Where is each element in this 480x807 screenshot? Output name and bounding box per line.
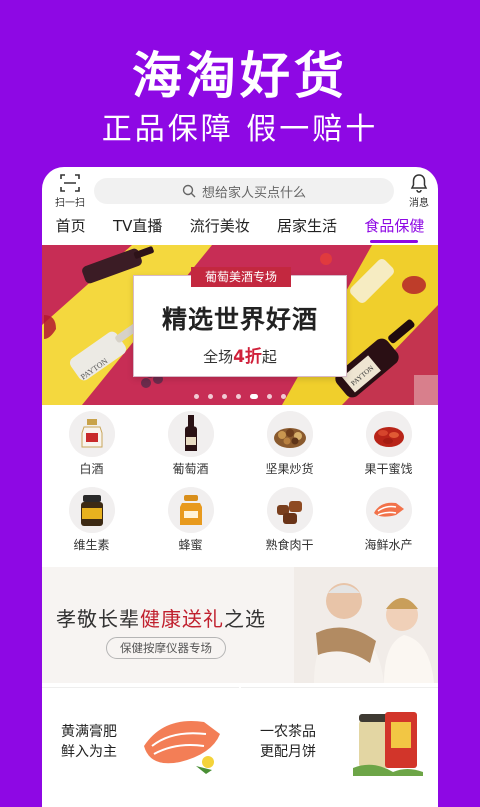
tea-tin-icon [353, 712, 423, 776]
elderly-couple-image [294, 567, 438, 683]
tab-beauty[interactable]: 流行美妆 [188, 213, 252, 243]
seafood-icon [365, 487, 412, 533]
vitamin-icon [68, 487, 115, 533]
tab-home-living[interactable]: 居家生活 [275, 213, 339, 243]
category-seafood[interactable]: 海鲜水产 [349, 487, 429, 563]
app-header: 扫一扫 想给家人买点什么 消息 [42, 167, 438, 211]
banner-headline: 精选世界好酒 [161, 305, 318, 334]
tab-tv-live[interactable]: TV直播 [111, 213, 164, 243]
dried-fruit-icon [365, 411, 412, 457]
category-label: 葡萄酒 [172, 462, 209, 476]
category-label: 熟食肉干 [265, 538, 314, 552]
promo-title: 海淘好货 [132, 47, 348, 105]
category-label: 海鲜水产 [364, 538, 413, 552]
promo-subtitle: 正品保障 假一赔十 [101, 112, 379, 147]
health-title-prefix: 孝敬长辈 [56, 607, 140, 631]
category-nuts[interactable]: 坚果炒货 [250, 411, 330, 487]
seafood-card[interactable]: 黄满膏肥 鲜入为主 [42, 687, 239, 807]
banner-promo-card: 葡萄美酒专场 精选世界好酒 全场4折起 [133, 267, 347, 377]
massage-device-button[interactable]: 保健按摩仪器专场 [106, 637, 226, 659]
category-jerky[interactable]: 熟食肉干 [250, 487, 330, 563]
carousel-dot[interactable] [208, 394, 213, 399]
carousel-dot[interactable] [281, 394, 286, 399]
category-label: 果干蜜饯 [364, 462, 413, 476]
message-button[interactable]: 消息 [404, 173, 434, 211]
card-line: 黄满膏肥 [61, 724, 117, 740]
banner-tag: 葡萄美酒专场 [191, 267, 291, 287]
nuts-icon [266, 411, 313, 457]
health-title-highlight: 健康送礼 [140, 607, 224, 631]
tea-card[interactable]: 一农茶品 更配月饼 [241, 687, 438, 807]
category-dried-fruit[interactable]: 果干蜜饯 [349, 411, 429, 487]
banner-promo-highlight: 4折 [233, 347, 262, 367]
carousel-dot[interactable] [267, 394, 272, 399]
bell-icon [410, 174, 428, 193]
promo-cards: 黄满膏肥 鲜入为主 一农茶品 更配月饼 [42, 687, 438, 807]
scan-icon [60, 174, 80, 192]
category-honey[interactable]: 蜂蜜 [151, 487, 231, 563]
scan-button[interactable]: 扫一扫 [52, 173, 88, 211]
message-label: 消息 [409, 198, 429, 209]
category-row: 白酒 葡萄酒 坚果炒货 果干蜜饯 [42, 411, 438, 487]
card-line: 一农茶品 [260, 724, 316, 740]
honey-icon [167, 487, 214, 533]
banner-promo: 全场4折起 [134, 342, 346, 367]
category-tabs: 首页 TV直播 流行美妆 居家生活 食品保健 [42, 213, 438, 243]
category-row: 维生素 蜂蜜 熟食肉干 海鲜水产 [42, 487, 438, 563]
category-label: 白酒 [79, 462, 104, 476]
health-title-suffix: 之选 [224, 607, 266, 631]
card-text: 黄满膏肥 鲜入为主 [61, 722, 141, 762]
carousel-dots [42, 394, 438, 399]
health-gift-banner[interactable]: 孝敬长辈健康送礼之选 保健按摩仪器专场 [42, 567, 438, 683]
wine-icon [167, 411, 214, 457]
banner-promo-suffix: 起 [261, 348, 277, 366]
scan-label: 扫一扫 [55, 198, 85, 209]
card-text: 一农茶品 更配月饼 [260, 722, 340, 762]
category-label: 维生素 [73, 538, 110, 552]
salmon-icon [144, 721, 220, 774]
carousel-dot-active[interactable] [250, 394, 258, 399]
jerky-icon [266, 487, 313, 533]
category-grid: 白酒 葡萄酒 坚果炒货 果干蜜饯 维生素 蜂蜜 熟食肉干 海鲜水产 [42, 411, 438, 563]
banner-promo-prefix: 全场 [203, 348, 234, 366]
baijiu-icon [68, 411, 115, 457]
wine-banner[interactable]: PAYTON PAYTON 葡萄美酒专场 精选世界好酒 全场4折起 [42, 245, 438, 405]
app-screen: 扫一扫 想给家人买点什么 消息 首页 TV直播 流行美妆 居家生活 食品保健 P… [42, 167, 438, 807]
category-label: 坚果炒货 [265, 462, 314, 476]
search-placeholder: 想给家人买点什么 [201, 185, 306, 201]
tab-food-health[interactable]: 食品保健 [362, 213, 426, 243]
category-label: 蜂蜜 [178, 538, 203, 552]
card-line: 鲜入为主 [61, 744, 117, 760]
search-icon [182, 184, 196, 198]
category-baijiu[interactable]: 白酒 [52, 411, 132, 487]
category-wine[interactable]: 葡萄酒 [151, 411, 231, 487]
carousel-dot[interactable] [236, 394, 241, 399]
carousel-dot[interactable] [222, 394, 227, 399]
tab-home[interactable]: 首页 [54, 213, 88, 243]
carousel-dot[interactable] [194, 394, 199, 399]
category-vitamin[interactable]: 维生素 [52, 487, 132, 563]
health-banner-title: 孝敬长辈健康送礼之选 [56, 603, 266, 632]
card-line: 更配月饼 [260, 744, 316, 760]
search-input[interactable]: 想给家人买点什么 [94, 178, 394, 204]
